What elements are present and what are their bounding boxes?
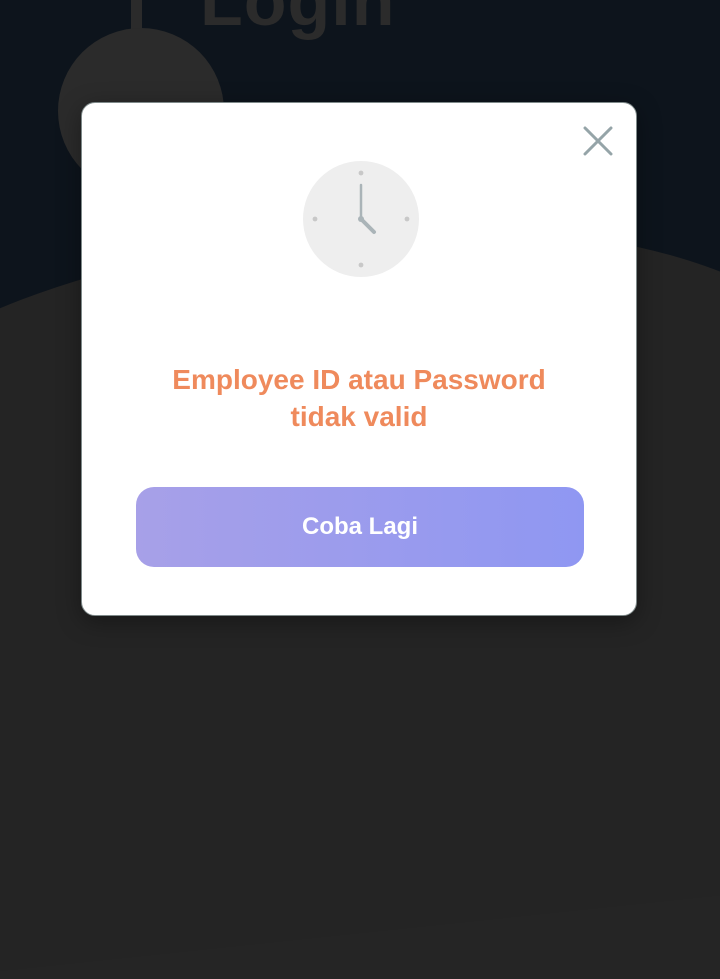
retry-button[interactable]: Coba Lagi: [136, 487, 584, 567]
close-icon: [583, 126, 613, 156]
background-page-title: Login: [200, 0, 396, 40]
error-message: Employee ID atau Password tidak valid: [122, 361, 596, 435]
clock-icon: [303, 161, 419, 277]
error-dialog: Employee ID atau Password tidak valid Co…: [81, 102, 637, 616]
error-message-line-1: Employee ID atau Password: [172, 364, 546, 395]
error-message-line-2: tidak valid: [290, 401, 428, 432]
close-button[interactable]: [580, 123, 616, 159]
background-decoration: [131, 0, 142, 30]
